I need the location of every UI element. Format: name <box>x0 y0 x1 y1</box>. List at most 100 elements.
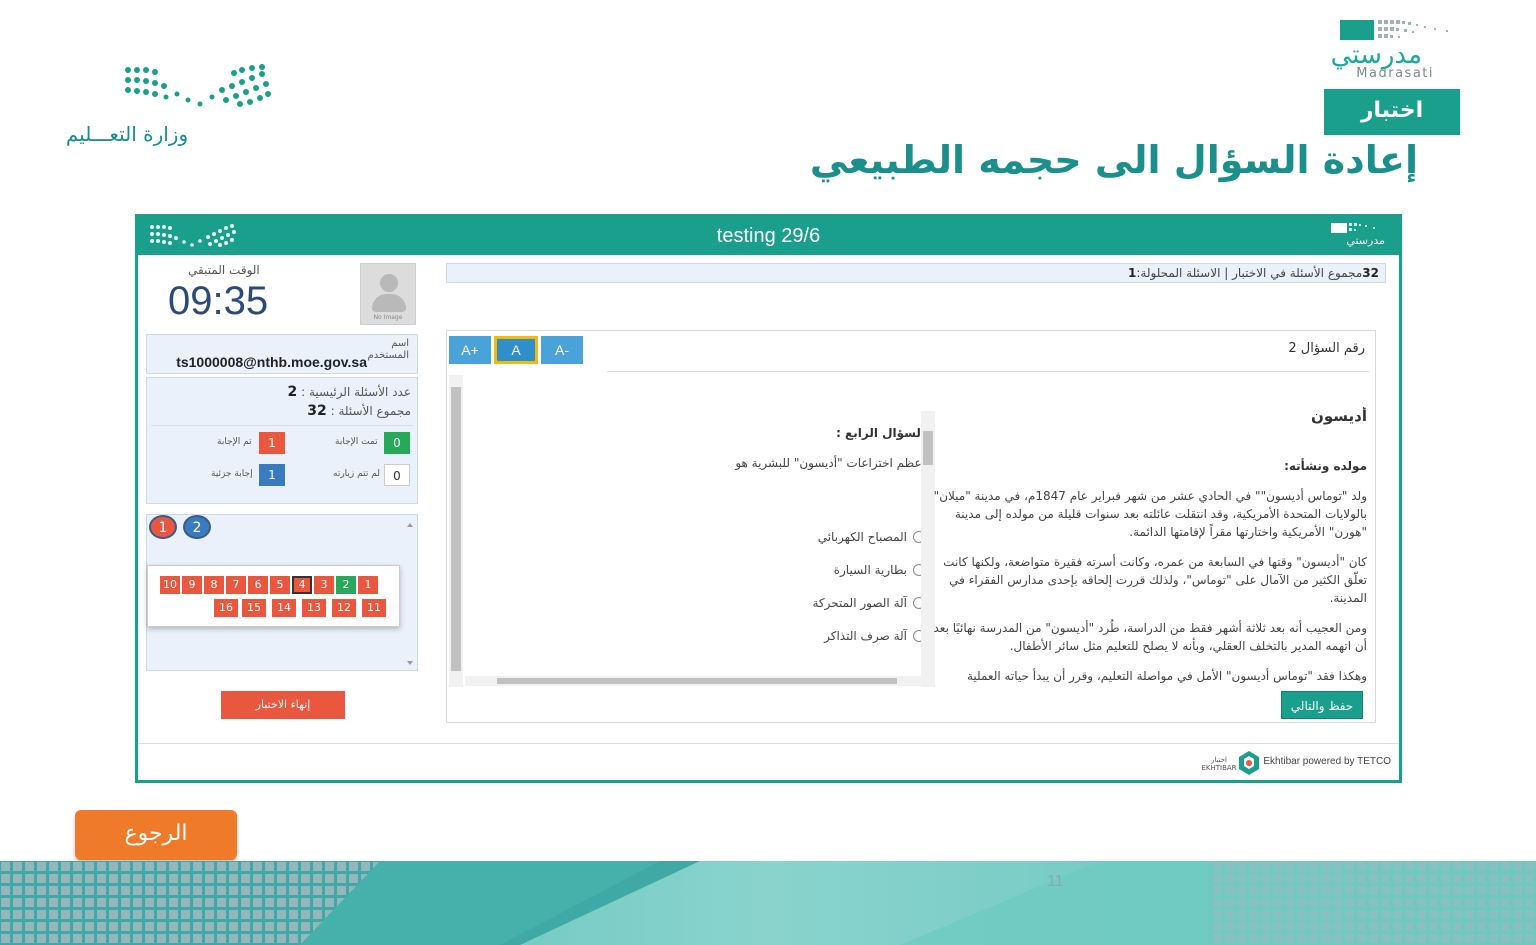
passage-paragraph-3: ومن العجيب أنه بعد ثلاثة أشهر فقط من الد… <box>933 621 1367 653</box>
user-email: ts1000008@nthb.moe.gov.sa <box>176 354 367 370</box>
ekhtibar-logo-text: اختبار EKHTIBAR <box>1201 756 1237 772</box>
summary-text: مجموع الأسئلة في الاختبار | الاسئلة المح… <box>1136 266 1363 280</box>
main-questions-stat: عدد الأسئلة الرئيسية : 2 <box>288 384 411 400</box>
answered-label: تم الإجابة <box>217 437 252 447</box>
divider <box>607 371 1369 372</box>
option-2-label: بطارية السيارة <box>833 562 907 577</box>
sub-question-7[interactable]: 7 <box>226 576 246 594</box>
answered-badge: 1 <box>259 432 285 454</box>
end-exam-button[interactable]: إنهاء الاختبار <box>221 691 345 719</box>
stats-panel: عدد الأسئلة الرئيسية : 2 مجموع الأسئلة :… <box>146 377 418 504</box>
sub-question-11[interactable]: 11 <box>362 599 386 617</box>
sub-question-14[interactable]: 14 <box>272 599 296 617</box>
option-1[interactable]: المصباح الكهربائي <box>625 520 925 553</box>
completed-badge: 0 <box>384 432 410 454</box>
madrasati-logo: مدرستي Madrasati <box>1330 14 1460 86</box>
scroll-thumb[interactable] <box>497 678 897 684</box>
question-panel: A+ A A- رقم السؤال 2 السؤال الرابع : أعظ… <box>446 330 1376 723</box>
sub-question-16[interactable]: 16 <box>214 599 238 617</box>
partial-badge: 1 <box>259 464 285 486</box>
sub-question-3[interactable]: 3 <box>314 576 334 594</box>
decorative-bottom-band <box>0 861 1536 945</box>
sub-question-8[interactable]: 8 <box>204 576 224 594</box>
question-number: رقم السؤال 2 <box>1288 341 1365 356</box>
ekhtibar-logo: اختبار EKHTIBAR <box>1201 749 1261 775</box>
question-panel-scrollbar[interactable] <box>449 375 463 687</box>
timer-label: الوقت المتبقي <box>188 263 260 277</box>
exam-app-screenshot: testing 29/6 مدرستي الوقت المتبقي 09:35 … <box>135 214 1402 783</box>
completed-label: تمت الإجابة <box>335 437 378 447</box>
madrasati-logo-en: Madrasati <box>1356 66 1434 81</box>
passage-paragraph-2: كان "أديسون" وقتها في السابعة من عمره، و… <box>943 555 1367 605</box>
user-info: اسم المستخدم ts1000008@nthb.moe.gov.sa <box>146 334 418 374</box>
option-2[interactable]: بطارية السيارة <box>625 553 925 586</box>
user-label: اسم المستخدم <box>367 338 409 361</box>
moe-dots-icon <box>125 64 271 107</box>
countdown-timer: 09:35 <box>168 279 269 323</box>
powered-by: Ekhtibar powered by TETCO <box>1263 756 1391 767</box>
option-3-label: آلة الصور المتحركة <box>812 595 907 610</box>
option-4[interactable]: آلة صرف التذاكر <box>625 619 925 652</box>
sub-question-6[interactable]: 6 <box>248 576 268 594</box>
font-increase-button[interactable]: A+ <box>449 336 491 364</box>
divider <box>151 425 413 426</box>
font-decrease-button[interactable]: A- <box>541 336 583 364</box>
sub-question-12[interactable]: 12 <box>332 599 356 617</box>
scroll-up-icon <box>407 523 413 527</box>
main-questions-value: 2 <box>287 384 298 400</box>
save-next-button[interactable]: حفظ والتالي <box>1281 691 1363 719</box>
font-normal-button[interactable]: A <box>494 336 538 364</box>
sub-question-9[interactable]: 9 <box>182 576 202 594</box>
header-logo-text: مدرستي <box>1346 234 1385 247</box>
question-heading: السؤال الرابع : <box>836 426 925 440</box>
scroll-down-icon <box>407 661 413 665</box>
app-title: testing 29/6 <box>716 225 821 247</box>
avatar-body <box>372 294 406 312</box>
sub-question-10[interactable]: 10 <box>160 576 180 594</box>
sub-question-2[interactable]: 2 <box>336 576 356 594</box>
partial-label: إجابة جزئية <box>211 469 253 479</box>
passage-paragraph-4: وهكذا فقد "توماس أديسون" الأمل في مواصلة… <box>966 669 1367 683</box>
unvisited-badge: 0 <box>384 464 410 486</box>
slide-title: إعادة السؤال الى حجمه الطبيعي <box>809 138 1418 182</box>
summary-total: 32 <box>1362 266 1379 280</box>
total-questions-label: مجموع الأسئلة : <box>330 404 411 418</box>
passage-title: أديسون <box>1311 407 1367 425</box>
moe-logo-text: وزارة التعـــليم <box>65 122 189 146</box>
back-button[interactable]: الرجوع <box>75 810 237 860</box>
madrasati-header-logo: مدرستي <box>1329 222 1385 250</box>
horizontal-scrollbar[interactable] <box>465 676 921 686</box>
total-questions-stat: مجموع الأسئلة : 32 <box>307 403 411 419</box>
sub-question-13[interactable]: 13 <box>302 599 326 617</box>
divider <box>138 743 1399 744</box>
navigator-scrollbar[interactable] <box>405 519 415 669</box>
question-text: أعظم اختراعات "أديسون" للبشرية هو <box>735 456 925 470</box>
main-question-2[interactable]: 2 <box>183 515 211 539</box>
moe-logo: وزارة التعـــليم <box>52 60 272 155</box>
unvisited-label: لم تتم زيارته <box>333 469 380 479</box>
sub-question-4-current[interactable]: 4 <box>292 576 312 594</box>
app-header: testing 29/6 مدرستي <box>138 217 1399 255</box>
sub-question-popup: 10 9 8 7 6 5 4 3 2 1 16 15 14 13 12 11 <box>147 565 400 627</box>
scroll-thumb[interactable] <box>451 387 461 671</box>
question-navigator: 1 2 10 9 8 7 6 5 4 3 2 1 16 15 14 13 12 … <box>146 514 418 671</box>
reading-passage: أديسون مولده ونشأته: ولد "توماس أديسون""… <box>929 407 1367 685</box>
option-4-label: آلة صرف التذاكر <box>824 628 907 643</box>
passage-paragraph-1: ولد "توماس أديسون"" في الحادي عشر من شهر… <box>933 489 1367 539</box>
main-question-1[interactable]: 1 <box>149 515 177 539</box>
option-3[interactable]: آلة الصور المتحركة <box>625 586 925 619</box>
option-1-label: المصباح الكهربائي <box>817 529 907 544</box>
passage-subtitle: مولده ونشأته: <box>1284 459 1367 473</box>
avatar: No Image <box>360 263 416 325</box>
sub-question-1[interactable]: 1 <box>358 576 378 594</box>
sub-question-15[interactable]: 15 <box>242 599 266 617</box>
sub-question-5[interactable]: 5 <box>270 576 290 594</box>
avatar-caption: No Image <box>373 314 403 321</box>
total-questions-value: 32 <box>307 403 327 419</box>
exam-summary: 32مجموع الأسئلة في الاختبار | الاسئلة ال… <box>446 263 1386 283</box>
page-number: 11 <box>1047 873 1064 890</box>
avatar-icon <box>380 274 398 292</box>
question-block: السؤال الرابع : أعظم اختراعات "أديسون" ل… <box>625 426 925 652</box>
exam-tag: اختبار <box>1324 89 1460 135</box>
main-questions-label: عدد الأسئلة الرئيسية : <box>301 385 411 399</box>
